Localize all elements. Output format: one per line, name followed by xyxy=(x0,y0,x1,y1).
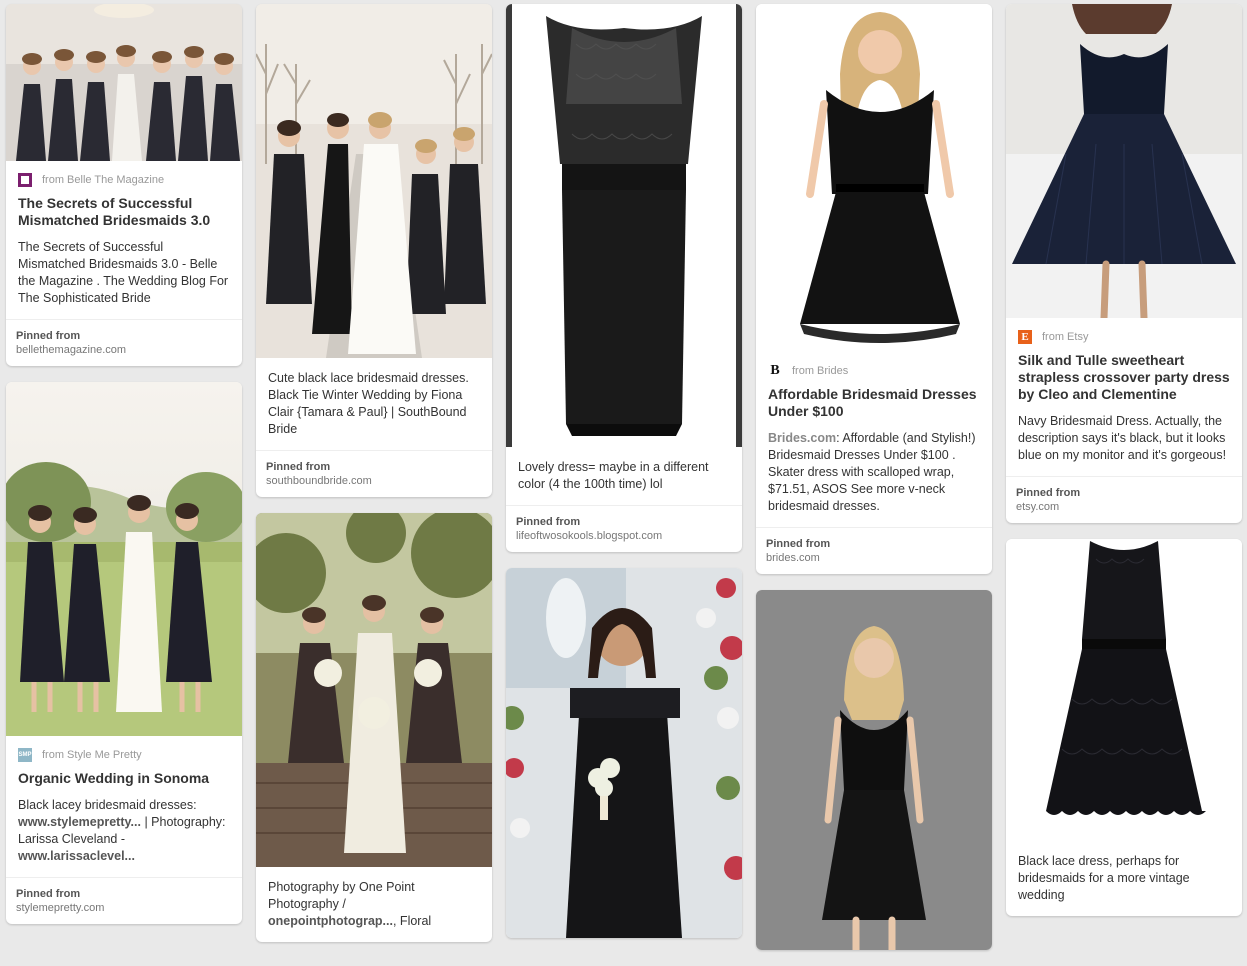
pin-image[interactable] xyxy=(506,568,742,938)
pin-source[interactable]: from Belle The Magazine xyxy=(6,161,242,187)
belle-magazine-icon xyxy=(18,173,32,187)
pin-card[interactable] xyxy=(506,568,742,938)
pin-source[interactable]: B from Brides xyxy=(756,352,992,378)
pin-card[interactable]: from Belle The Magazine The Secrets of S… xyxy=(6,4,242,366)
pin-title[interactable]: The Secrets of Successful Mismatched Bri… xyxy=(6,187,242,229)
pin-image[interactable] xyxy=(6,4,242,161)
pin-image[interactable] xyxy=(6,382,242,736)
pinned-from-label: Pinned from xyxy=(266,461,331,473)
pin-card[interactable]: Photography by One Point Photography / o… xyxy=(256,513,492,942)
pin-column-5: E from Etsy Silk and Tulle sweetheart st… xyxy=(1006,4,1242,932)
pin-card[interactable]: E from Etsy Silk and Tulle sweetheart st… xyxy=(1006,4,1242,523)
pinned-from-domain[interactable]: southboundbride.com xyxy=(266,475,482,487)
brides-icon: B xyxy=(768,363,782,378)
pin-description: Brides.com: Affordable (and Stylish!) Br… xyxy=(756,420,992,527)
pin-image[interactable] xyxy=(756,4,992,352)
pin-description: The Secrets of Successful Mismatched Bri… xyxy=(18,240,229,305)
pin-description-link[interactable]: www.larissaclevel... xyxy=(18,849,135,863)
pin-description-text: Black lacey bridesmaid dresses: xyxy=(18,798,197,812)
pin-grid: from Belle The Magazine The Secrets of S… xyxy=(0,0,1247,950)
pin-title[interactable]: Organic Wedding in Sonoma xyxy=(6,762,242,787)
pin-source-label[interactable]: from Etsy xyxy=(1042,331,1088,343)
pinned-from-domain[interactable]: stylemepretty.com xyxy=(16,902,232,914)
pinned-from[interactable]: Pinned from stylemepretty.com xyxy=(6,877,242,924)
pinned-from-domain[interactable]: etsy.com xyxy=(1016,501,1232,513)
pin-column-1: from Belle The Magazine The Secrets of S… xyxy=(6,4,242,940)
pin-source-label[interactable]: from Belle The Magazine xyxy=(42,174,164,186)
pinned-from[interactable]: Pinned from brides.com xyxy=(756,527,992,574)
pinned-from-domain[interactable]: brides.com xyxy=(766,552,982,564)
pinned-from-domain[interactable]: lifeoftwosokools.blogspot.com xyxy=(516,530,732,542)
pin-image[interactable] xyxy=(756,590,992,950)
pin-description: Lovely dress= maybe in a different color… xyxy=(518,460,709,491)
pin-card[interactable]: B from Brides Affordable Bridesmaid Dres… xyxy=(756,4,992,574)
pin-description-link[interactable]: Brides.com xyxy=(768,431,836,445)
pin-source[interactable]: SMP from Style Me Pretty xyxy=(6,736,242,762)
pin-column-4: B from Brides Affordable Bridesmaid Dres… xyxy=(756,4,992,966)
pinned-from-label: Pinned from xyxy=(1016,487,1081,499)
pin-source[interactable]: E from Etsy xyxy=(1006,318,1242,344)
pinned-from[interactable]: Pinned from etsy.com xyxy=(1006,476,1242,523)
pin-card[interactable] xyxy=(756,590,992,950)
pin-description: Cute black lace bridesmaid dresses. Blac… xyxy=(268,371,469,436)
pin-image[interactable] xyxy=(506,4,742,447)
pin-image[interactable] xyxy=(256,513,492,867)
pinned-from-label: Pinned from xyxy=(16,330,81,342)
pin-description-link[interactable]: onepointphotograp... xyxy=(268,914,393,928)
style-me-pretty-icon: SMP xyxy=(18,748,32,762)
pin-image[interactable] xyxy=(256,4,492,358)
pin-image[interactable] xyxy=(1006,539,1242,841)
pin-column-3: Lovely dress= maybe in a different color… xyxy=(506,4,742,954)
pinned-from-label: Pinned from xyxy=(766,538,831,550)
pinned-from-label: Pinned from xyxy=(516,516,581,528)
etsy-icon: E xyxy=(1018,330,1032,344)
pin-source-label[interactable]: from Brides xyxy=(792,365,848,377)
pin-card[interactable]: SMP from Style Me Pretty Organic Wedding… xyxy=(6,382,242,924)
pinned-from-label: Pinned from xyxy=(16,888,81,900)
pinned-from[interactable]: Pinned from southboundbride.com xyxy=(256,450,492,497)
pin-description-link[interactable]: www.stylemepretty... xyxy=(18,815,141,829)
pin-description: Navy Bridesmaid Dress. Actually, the des… xyxy=(1018,414,1227,462)
pin-title[interactable]: Silk and Tulle sweetheart strapless cros… xyxy=(1006,344,1242,403)
pin-card[interactable]: Cute black lace bridesmaid dresses. Blac… xyxy=(256,4,492,497)
pinned-from[interactable]: Pinned from bellethemagazine.com xyxy=(6,319,242,366)
pin-card[interactable]: Black lace dress, perhaps for bridesmaid… xyxy=(1006,539,1242,916)
pin-description: Black lace dress, perhaps for bridesmaid… xyxy=(1018,854,1190,902)
pin-card[interactable]: Lovely dress= maybe in a different color… xyxy=(506,4,742,552)
pin-description-text: Photography by One Point Photography / xyxy=(268,880,415,911)
pin-title[interactable]: Affordable Bridesmaid Dresses Under $100 xyxy=(756,378,992,420)
pin-column-2: Cute black lace bridesmaid dresses. Blac… xyxy=(256,4,492,958)
pin-source-label[interactable]: from Style Me Pretty xyxy=(42,749,142,761)
pin-image[interactable] xyxy=(1006,4,1242,318)
pin-description-text: , Floral xyxy=(392,914,432,928)
pin-description: Black lacey bridesmaid dresses: www.styl… xyxy=(6,787,242,877)
pin-description: Photography by One Point Photography / o… xyxy=(256,867,492,942)
pinned-from[interactable]: Pinned from lifeoftwosokools.blogspot.co… xyxy=(506,505,742,552)
pinned-from-domain[interactable]: bellethemagazine.com xyxy=(16,344,232,356)
